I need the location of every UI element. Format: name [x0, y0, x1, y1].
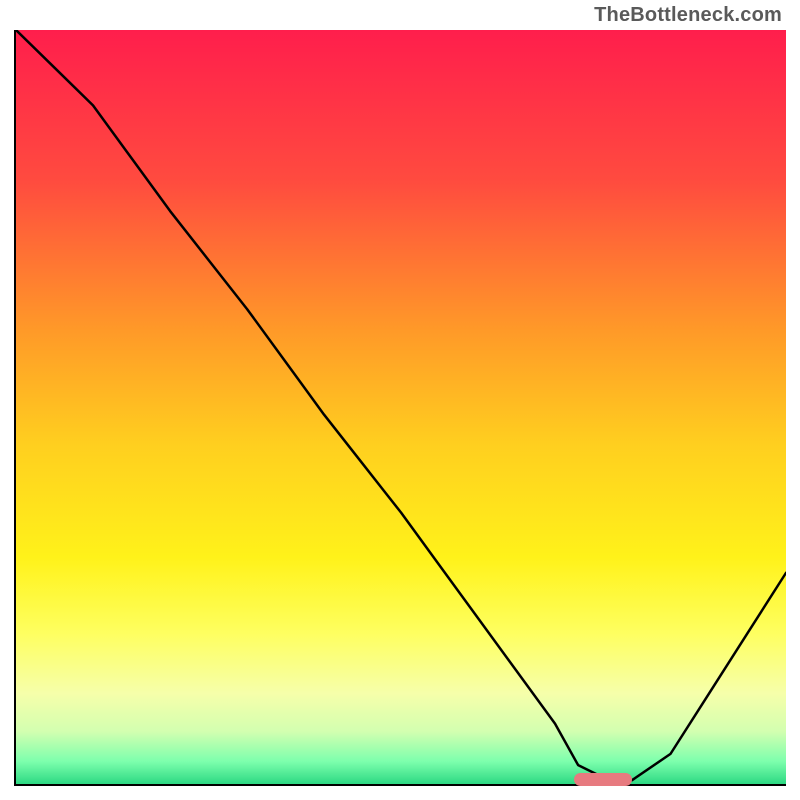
- bottleneck-curve: [16, 30, 786, 780]
- optimal-marker: [574, 773, 632, 786]
- watermark-text: TheBottleneck.com: [594, 4, 782, 27]
- plot-area: [14, 30, 786, 786]
- curve-layer: [16, 30, 786, 784]
